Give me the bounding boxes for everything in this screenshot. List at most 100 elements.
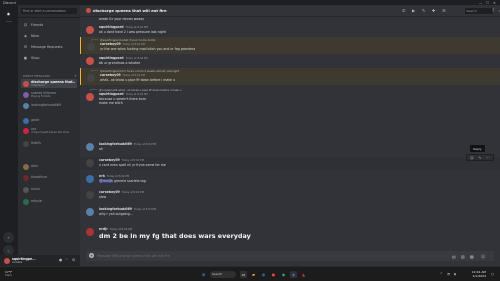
avatar[interactable] [86,174,94,183]
system-clock[interactable]: 12:01 AM 1/1/2024 [466,270,486,279]
start-icon[interactable]: ⊞ [200,271,207,278]
server-icon[interactable] [3,193,14,204]
message[interactable]: lookingforbuddi69 Today at 8:04 PM why r … [80,206,500,218]
avatar[interactable] [87,74,95,83]
add-server-button[interactable]: + [3,232,14,243]
avatar[interactable] [4,257,10,264]
message-author[interactable]: curseboy09 Today at 8:04 PM [100,42,145,46]
maximize-button[interactable]: ☐ [486,1,489,5]
message[interactable]: nrk Today at 8:04 PM @mrsfjh gimmie scarl… [80,173,500,185]
message-author[interactable]: squirtingpard Today at 8:04 PM [99,92,148,96]
server-icon[interactable] [3,128,14,139]
server-icon[interactable] [3,206,14,217]
attach-plus-icon[interactable]: + [89,253,94,259]
wifi-icon[interactable]: ◔ [447,272,450,276]
app-icon[interactable]: ▲ [300,271,307,278]
reply-icon[interactable]: ↰ [478,156,481,160]
server-icon[interactable] [3,115,14,126]
notifications-icon[interactable]: ▢ [491,272,494,276]
message-author[interactable]: lookingforbuddi69 Today at 8:04 PM [99,142,156,146]
gift-icon[interactable]: ▤ [452,254,456,259]
avatar[interactable] [86,142,94,151]
video-icon[interactable]: ▶ [412,8,415,13]
server-icon[interactable] [3,154,14,165]
create-dm-plus-icon[interactable]: + [74,74,77,78]
message-mention[interactable]: @squirtingpard what if your moms dumb cu… [80,37,500,54]
server-icon[interactable] [3,219,14,230]
dm-item[interactable]: ᴀᴋɪ i hope myself whose doll mine [21,126,77,135]
message-author[interactable]: squirtingpard Today at 8:04 PM [99,56,148,60]
search-input[interactable]: Search [465,8,493,14]
nav-nitro[interactable]: ◈ Nitro [21,32,77,39]
avatar[interactable] [86,93,94,102]
dm-item-discharge-queens[interactable]: discharge queens that... 4 Members [21,79,77,88]
message-author[interactable]: lookingforbuddi69 Today at 8:04 PM [99,207,156,211]
message[interactable]: lookingforbuddi69 Today at 8:04 PM oh [80,141,500,153]
server-icon[interactable] [3,76,14,87]
message[interactable]: @curseboy09 what ..ok texas u pipe 9f do… [80,87,500,108]
more-options-icon[interactable]: ⋯ [486,156,490,160]
minimize-button[interactable]: — [479,1,482,5]
message[interactable]: squirtingpard Today at 8:04 PM ok u dont … [80,24,500,36]
dm-item[interactable]: lookingforbuddi69 [21,101,77,110]
nav-shop[interactable]: ▣ Shop [21,54,77,61]
avatar[interactable] [87,43,95,52]
message[interactable]: squirtingpard Today at 8:04 PM bb ur gran… [80,55,500,67]
message-input[interactable] [97,253,447,259]
server-icon[interactable] [3,24,14,35]
message-author[interactable]: curseboy09 Today at 8:04 PM [100,73,145,77]
message-author[interactable]: squirtingpard Today at 8:04 PM [99,25,148,29]
dm-item[interactable]: bloodfuse [21,173,77,182]
sticker-icon[interactable]: ▩ [470,254,474,259]
message-author[interactable]: nrdjr Today at 8:05 PM [99,227,132,231]
add-reaction-icon[interactable]: ☺ [470,156,474,160]
dm-item[interactable]: sabrea ifcbnwe Playing Fortnite [21,90,77,99]
nav-message-requests[interactable]: ✉ Message Requests [21,43,77,50]
taskbar-search[interactable]: Search [210,270,236,278]
dm-item[interactable]: alex [21,162,77,171]
message-author[interactable]: curseboy09 Today at 8:04 PM [99,190,144,194]
app-icon[interactable]: ◆ [280,271,287,278]
close-window-button[interactable]: ✕ [493,1,496,5]
dm-item[interactable]: sinnn [21,185,77,194]
help-icon[interactable]: ? [492,8,494,13]
server-icon[interactable] [3,167,14,178]
member-list-icon[interactable]: ☰ [442,8,446,13]
home-button[interactable]: ◉ [3,8,14,19]
browser-icon[interactable]: ◍ [260,271,267,278]
server-icon[interactable] [3,63,14,74]
message[interactable]: nrdjr Today at 8:05 PM dm 2 be in my fg t… [80,226,500,243]
server-icon[interactable] [3,89,14,100]
volume-icon[interactable]: ◖ [454,272,456,276]
tray-chevron-icon[interactable]: ^ [440,272,443,276]
microphone-icon[interactable]: ● [59,258,62,262]
server-icon[interactable] [3,102,14,113]
server-icon[interactable] [3,50,14,61]
gear-icon[interactable]: ⚙ [72,258,75,262]
avatar[interactable] [86,190,94,199]
file-explorer-icon[interactable]: ▰ [250,271,257,278]
message-author[interactable]: curseboy09 Today at 8:04 PM [99,158,144,162]
avatar[interactable] [86,227,94,236]
conversation-search[interactable]: Find or start a conversation [21,8,77,14]
pin-icon[interactable]: ✎ [422,8,425,13]
phone-icon[interactable]: ✆ [402,8,405,13]
message-author[interactable]: nrk Today at 8:04 PM [99,174,129,178]
avatar[interactable] [86,207,94,216]
avatar[interactable] [86,56,94,65]
message[interactable]: wrote i1r your ninces waaay [80,17,500,23]
message[interactable]: curseboy09 Today at 8:04 PM slow [80,189,500,201]
avatar[interactable] [86,25,94,34]
server-icon[interactable] [3,141,14,152]
message-hovered[interactable]: curseboy09 Today at 8:04 PM u cant even s… [80,157,500,170]
dm-item[interactable]: gaidr [21,116,77,125]
emoji-icon[interactable]: ☺ [481,254,485,259]
app-icon[interactable]: ● [270,271,277,278]
nav-friends[interactable]: ☺ Friends [21,21,77,28]
dm-item[interactable]: fkdkfs [21,139,77,148]
server-icon[interactable] [3,180,14,191]
avatar[interactable] [86,158,94,167]
server-icon[interactable] [3,37,14,48]
headphones-icon[interactable]: ◠ [65,258,68,262]
message-mention[interactable]: @squirtingpard bro fucks u bruh 2 weeks … [80,68,500,85]
